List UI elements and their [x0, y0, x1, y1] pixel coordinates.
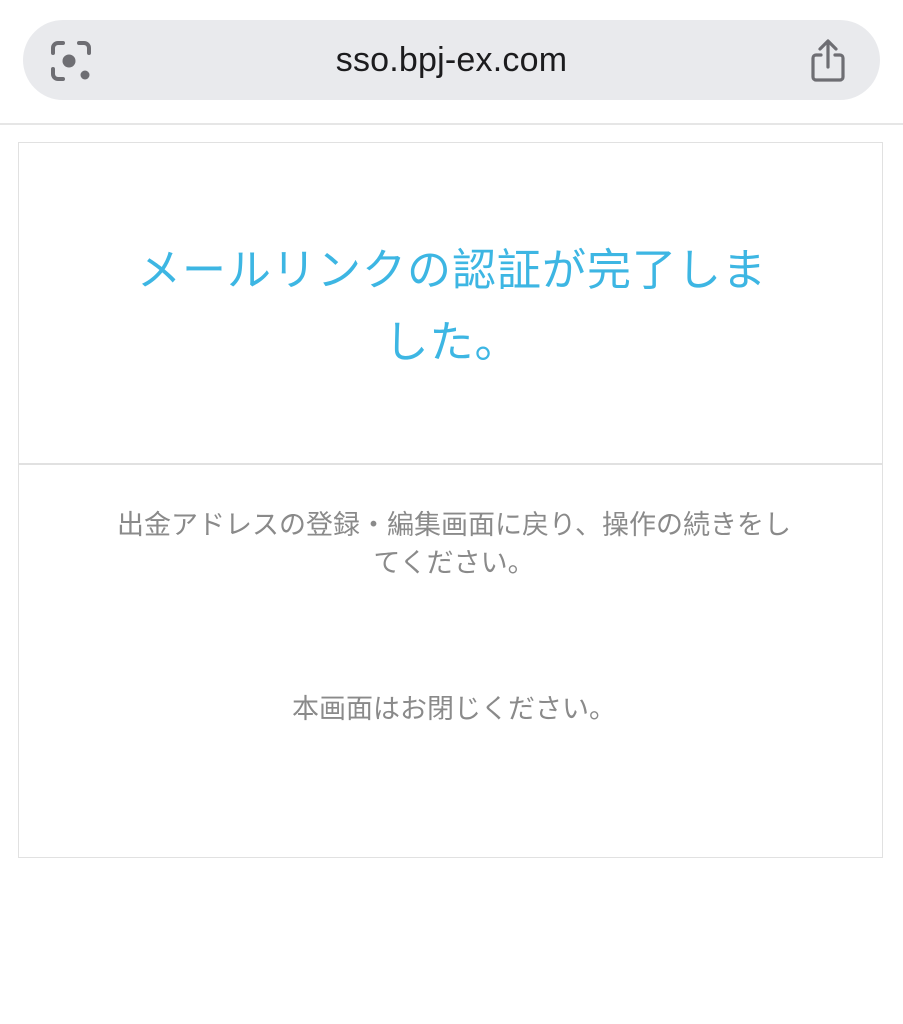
url-text[interactable]: sso.bpj-ex.com [23, 20, 880, 100]
verification-card: メールリンクの認証が完了しました。 出金アドレスの登録・編集画面に戻り、操作の続… [18, 142, 883, 858]
instruction-text: 出金アドレスの登録・編集画面に戻り、操作の続きをしてください。 [117, 510, 791, 579]
toolbar-divider [0, 123, 903, 125]
address-bar[interactable]: sso.bpj-ex.com [23, 20, 880, 100]
card-header: メールリンクの認証が完了しました。 [19, 143, 882, 465]
share-icon[interactable] [806, 38, 850, 84]
close-page-note: 本画面はお閉じください。 [292, 694, 616, 725]
success-title: メールリンクの認証が完了しました。 [137, 245, 767, 368]
